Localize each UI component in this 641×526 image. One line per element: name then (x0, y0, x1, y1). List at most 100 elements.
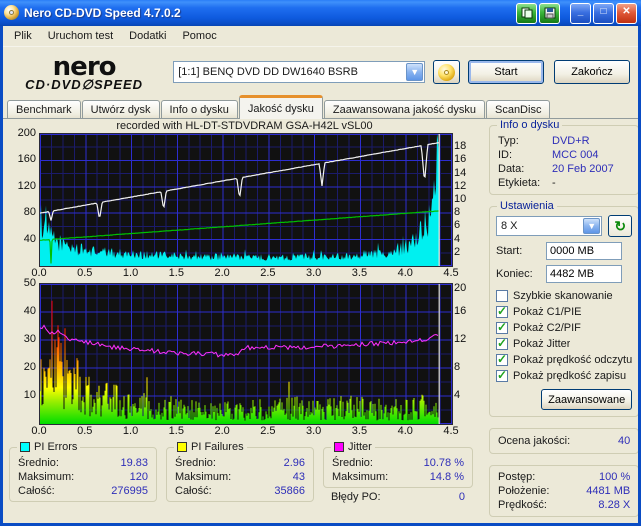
stat-row: Maksimum:120 (10, 470, 156, 484)
save-chart-button[interactable] (539, 3, 560, 24)
axis-tick-label: 3.0 (306, 267, 321, 279)
check-icon: ✓ (497, 368, 507, 382)
po-errors-value: 0 (459, 491, 465, 503)
pi-errors-plot (39, 133, 453, 267)
checkbox-box[interactable]: ✓ (496, 338, 508, 350)
pi-errors-swatch (20, 442, 30, 452)
stat-row: Całość:35866 (167, 484, 313, 498)
axis-tick-label: 10 (454, 193, 466, 205)
checkbox-quick-scan[interactable]: ✓Szybkie skanowanie (496, 288, 632, 303)
minimize-button[interactable]: _ (570, 3, 591, 24)
axis-tick-label: 16 (454, 153, 466, 165)
chevron-down-icon[interactable]: ▼ (583, 218, 600, 234)
menu-uruchom-test[interactable]: Uruchom test (41, 28, 120, 44)
tab-strip: Benchmark Utwórz dysk Info o dysku Jakoś… (3, 97, 638, 119)
y-axis-right-bottom-chart: 20161284 (451, 283, 486, 423)
progress-panel: Postęp:100 % Położenie:4481 MB Prędkość:… (489, 465, 638, 517)
start-position-input[interactable] (546, 242, 622, 260)
tab-jakosc-dysku[interactable]: Jakość dysku (239, 95, 323, 119)
jitter-stats: Jitter Średnio:10.78 % Maksimum:14.8 % (323, 447, 473, 488)
axis-tick-label: 4.0 (398, 425, 413, 437)
axis-tick-label: 40 (24, 233, 36, 245)
checkbox-show-write-speed[interactable]: ✓Pokaż prędkość zapisu (496, 368, 632, 383)
disc-info-caption: Info o dysku (497, 119, 562, 131)
axis-tick-label: 0.0 (31, 425, 46, 437)
axis-tick-label: 200 (18, 127, 36, 139)
tab-benchmark[interactable]: Benchmark (7, 100, 81, 119)
checkbox-box[interactable]: ✓ (496, 354, 508, 366)
end-position-input[interactable] (546, 265, 622, 283)
refresh-icon: ↻ (614, 218, 626, 234)
menu-plik[interactable]: Plik (7, 28, 39, 44)
advanced-button[interactable]: Zaawansowane (541, 389, 632, 410)
disc-icon (438, 64, 455, 81)
axis-tick-label: 1.0 (123, 425, 138, 437)
checkbox-show-c2-pif[interactable]: ✓Pokaż C2/PIF (496, 320, 632, 335)
stop-button[interactable]: Zakończ (554, 60, 630, 84)
checkbox-box[interactable]: ✓ (496, 322, 508, 334)
save-icon (544, 7, 556, 19)
pi-failures-swatch (177, 442, 187, 452)
axis-tick-label: 6 (454, 219, 460, 231)
cdspeed-logo-text: CD·DVD∅SPEED (3, 78, 165, 91)
po-errors-label: Błędy PO: (331, 491, 381, 503)
tab-scandisc[interactable]: ScanDisc (486, 100, 550, 119)
stat-row: Maksimum:43 (167, 470, 313, 484)
checkbox-show-jitter[interactable]: ✓Pokaż Jitter (496, 336, 632, 351)
axis-tick-label: 12 (454, 180, 466, 192)
tab-info-o-dysku[interactable]: Info o dysku (161, 100, 238, 119)
nero-logo-text: nero (3, 54, 165, 80)
checkbox-box[interactable]: ✓ (496, 306, 508, 318)
axis-tick-label: 2.5 (260, 425, 275, 437)
menu-dodatki[interactable]: Dodatki (122, 28, 173, 44)
tab-zaawansowana-jakosc-dysku[interactable]: Zaawansowana jakość dysku (324, 100, 485, 119)
axis-tick-label: 12 (454, 333, 466, 345)
quality-chart-top: 2001601208040 18161412108642 0.00.51.01.… (3, 133, 486, 281)
end-field-label: Koniec: (496, 268, 540, 280)
pi-errors-stats: PI Errors Średnio:19.83 Maksimum:120 Cał… (9, 447, 157, 502)
axis-tick-label: 20 (454, 282, 466, 294)
y-axis-left-top-chart: 2001601208040 (3, 133, 39, 265)
close-icon: ✕ (622, 7, 630, 17)
jitter-caption: Jitter (348, 441, 372, 453)
refresh-button[interactable]: ↻ (608, 215, 632, 237)
drive-select-value: [1:1] BENQ DVD DD DW1640 BSRB (178, 66, 358, 78)
axis-tick-label: 30 (24, 333, 36, 345)
stat-row: Całość:276995 (10, 484, 156, 498)
axis-tick-label: 20 (24, 361, 36, 373)
axis-tick-label: 2.0 (214, 267, 229, 279)
maximize-button[interactable]: □ (593, 3, 614, 24)
menu-pomoc[interactable]: Pomoc (175, 28, 223, 44)
disc-info-row: Data:20 Feb 2007 (490, 162, 638, 176)
settings-caption: Ustawienia (497, 200, 557, 212)
drive-select[interactable]: [1:1] BENQ DVD DD DW1640 BSRB ▼ (173, 61, 425, 83)
stat-row: Maksimum:14.8 % (324, 470, 472, 484)
checkbox-show-read-speed[interactable]: ✓Pokaż prędkość odczytu (496, 352, 632, 367)
axis-tick-label: 0.5 (77, 425, 92, 437)
title-bar[interactable]: Nero CD-DVD Speed 4.7.0.2 _ □ ✕ (0, 0, 641, 26)
axis-tick-label: 80 (24, 206, 36, 218)
stat-row: Średnio:2.96 (167, 456, 313, 470)
axis-tick-label: 2.0 (214, 425, 229, 437)
chevron-down-icon[interactable]: ▼ (406, 63, 423, 81)
close-button[interactable]: ✕ (616, 3, 637, 24)
speed-select-value: 8 X (501, 220, 518, 232)
x-axis-bottom-chart: 0.00.51.01.52.02.53.03.54.04.5 (39, 425, 451, 439)
disc-info-button[interactable] (433, 60, 460, 84)
pi-failures-stats: PI Failures Średnio:2.96 Maksimum:43 Cał… (166, 447, 314, 502)
check-icon: ✓ (497, 336, 507, 350)
maximize-icon: □ (600, 7, 606, 17)
copy-chart-button[interactable] (516, 3, 537, 24)
checkbox-box[interactable]: ✓ (496, 370, 508, 382)
nero-logo: nero CD·DVD∅SPEED (3, 54, 165, 91)
jitter-swatch (334, 442, 344, 452)
checkbox-box[interactable]: ✓ (496, 290, 508, 302)
speed-select[interactable]: 8 X ▼ (496, 216, 602, 236)
start-button[interactable]: Start (468, 60, 544, 84)
app-icon (4, 5, 20, 21)
axis-tick-label: 40 (24, 305, 36, 317)
tab-utworz-dysk[interactable]: Utwórz dysk (82, 100, 160, 119)
checkbox-show-c1-pie[interactable]: ✓Pokaż C1/PIE (496, 304, 632, 319)
chart-area: recorded with HL-DT-STDVDRAM GSA-H42L vS… (3, 119, 486, 523)
minimize-icon: _ (578, 7, 584, 17)
